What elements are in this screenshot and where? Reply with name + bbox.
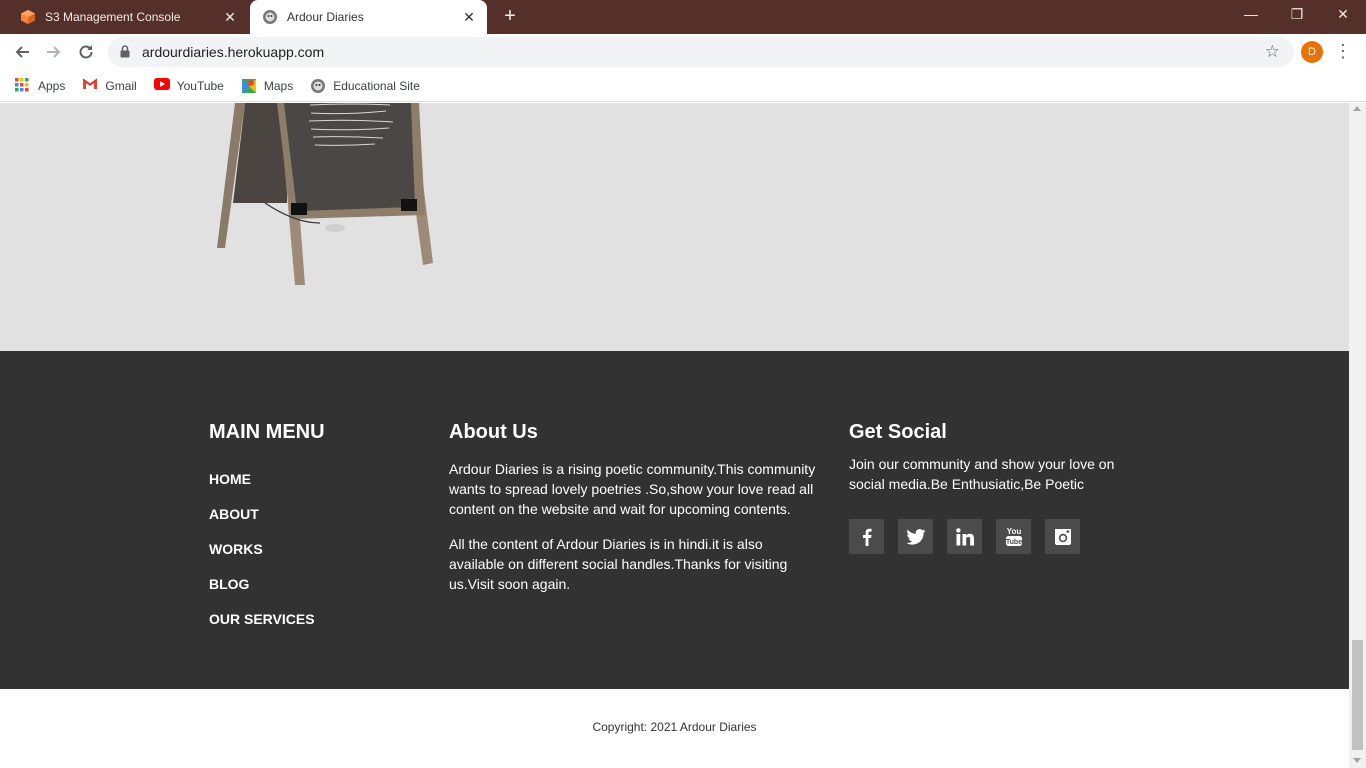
footer-link-blog[interactable]: BLOG: [209, 576, 249, 592]
gmail-icon: [82, 78, 98, 94]
maps-icon: [241, 78, 257, 94]
tab-title: Ardour Diaries: [287, 10, 364, 24]
scroll-down-arrow-icon[interactable]: [1353, 758, 1361, 763]
forward-button[interactable]: [42, 40, 66, 64]
bookmark-label: Gmail: [105, 78, 137, 93]
page-scrollbar[interactable]: [1349, 103, 1366, 768]
aws-cube-icon: [20, 9, 36, 25]
svg-text:You: You: [1006, 527, 1021, 536]
get-social-title: Get Social: [849, 421, 947, 443]
bookmark-label: Apps: [38, 78, 66, 93]
bookmark-gmail[interactable]: Gmail: [82, 78, 137, 94]
tab-title: S3 Management Console: [45, 10, 181, 24]
about-paragraph-1: Ardour Diaries is a rising poetic commun…: [449, 461, 816, 517]
bookmark-educational-site[interactable]: Educational Site: [310, 78, 420, 94]
about-paragraph-2: All the content of Ardour Diaries is in …: [449, 536, 788, 592]
scroll-up-arrow-icon[interactable]: [1353, 106, 1361, 111]
hero-section: [0, 103, 1349, 351]
menu-kebab-icon[interactable]: ⋮: [1334, 41, 1352, 61]
bookmark-label: Maps: [263, 78, 294, 93]
url-text: ardourdiaries.herokuapp.com: [142, 44, 325, 60]
footer-link-about[interactable]: ABOUT: [209, 506, 259, 522]
instagram-icon[interactable]: [1045, 519, 1080, 554]
bookmark-label: Educational Site: [333, 78, 420, 93]
twitter-icon[interactable]: [898, 519, 933, 554]
tab-strip: S3 Management Console ✕ Ardour Diaries ✕…: [0, 0, 1366, 34]
browser-toolbar: ardourdiaries.herokuapp.com ☆ D ⋮: [0, 34, 1366, 70]
page-viewport: MAIN MENU HOME ABOUT WORKS BLOG OUR SERV…: [0, 103, 1349, 768]
copyright-bar: Copyright: 2021 Ardour Diaries: [0, 689, 1349, 768]
site-footer: MAIN MENU HOME ABOUT WORKS BLOG OUR SERV…: [0, 351, 1349, 689]
linkedin-icon[interactable]: [947, 519, 982, 554]
educational-site-icon: [310, 78, 326, 94]
close-window-icon[interactable]: ✕: [1320, 0, 1366, 30]
close-tab-icon[interactable]: ✕: [457, 9, 481, 26]
bookmark-maps[interactable]: Maps: [241, 78, 293, 94]
address-bar[interactable]: ardourdiaries.herokuapp.com ☆: [108, 37, 1294, 67]
bookmark-apps[interactable]: Apps: [15, 77, 66, 94]
apps-grid-icon: [15, 77, 31, 94]
youtube-icon[interactable]: You Tube: [996, 519, 1031, 554]
social-description: Join our community and show your love on…: [849, 456, 1115, 492]
tab-ardour-diaries[interactable]: Ardour Diaries ✕: [250, 0, 487, 34]
close-tab-icon[interactable]: ✕: [218, 9, 242, 26]
youtube-icon: [153, 77, 170, 94]
ardour-diaries-favicon: [262, 9, 278, 25]
minimize-icon[interactable]: —: [1228, 0, 1274, 30]
footer-link-home[interactable]: HOME: [209, 471, 251, 487]
footer-link-works[interactable]: WORKS: [209, 541, 263, 557]
bookmark-label: YouTube: [176, 78, 224, 93]
lock-icon: [120, 45, 130, 63]
reload-button[interactable]: [74, 40, 98, 64]
bookmark-youtube[interactable]: YouTube: [153, 77, 224, 94]
facebook-icon[interactable]: [849, 519, 884, 554]
about-us-title: About Us: [449, 421, 538, 443]
footer-link-our-services[interactable]: OUR SERVICES: [209, 611, 315, 627]
chalkboard-sign-illustration: [217, 103, 433, 285]
bookmark-star-icon[interactable]: ☆: [1265, 42, 1280, 62]
back-button[interactable]: [10, 40, 34, 64]
bookmarks-bar: Apps Gmail YouTube Maps Educational Site: [0, 70, 1366, 102]
restore-icon[interactable]: ❐: [1274, 0, 1320, 30]
tab-s3-management-console[interactable]: S3 Management Console ✕: [8, 0, 248, 34]
profile-avatar[interactable]: D: [1301, 41, 1323, 63]
svg-text:Tube: Tube: [1005, 539, 1021, 546]
new-tab-button[interactable]: +: [498, 5, 522, 29]
copyright-text: Copyright: 2021 Ardour Diaries: [592, 720, 757, 734]
main-menu-title: MAIN MENU: [209, 421, 325, 443]
scrollbar-thumb[interactable]: [1352, 640, 1363, 750]
